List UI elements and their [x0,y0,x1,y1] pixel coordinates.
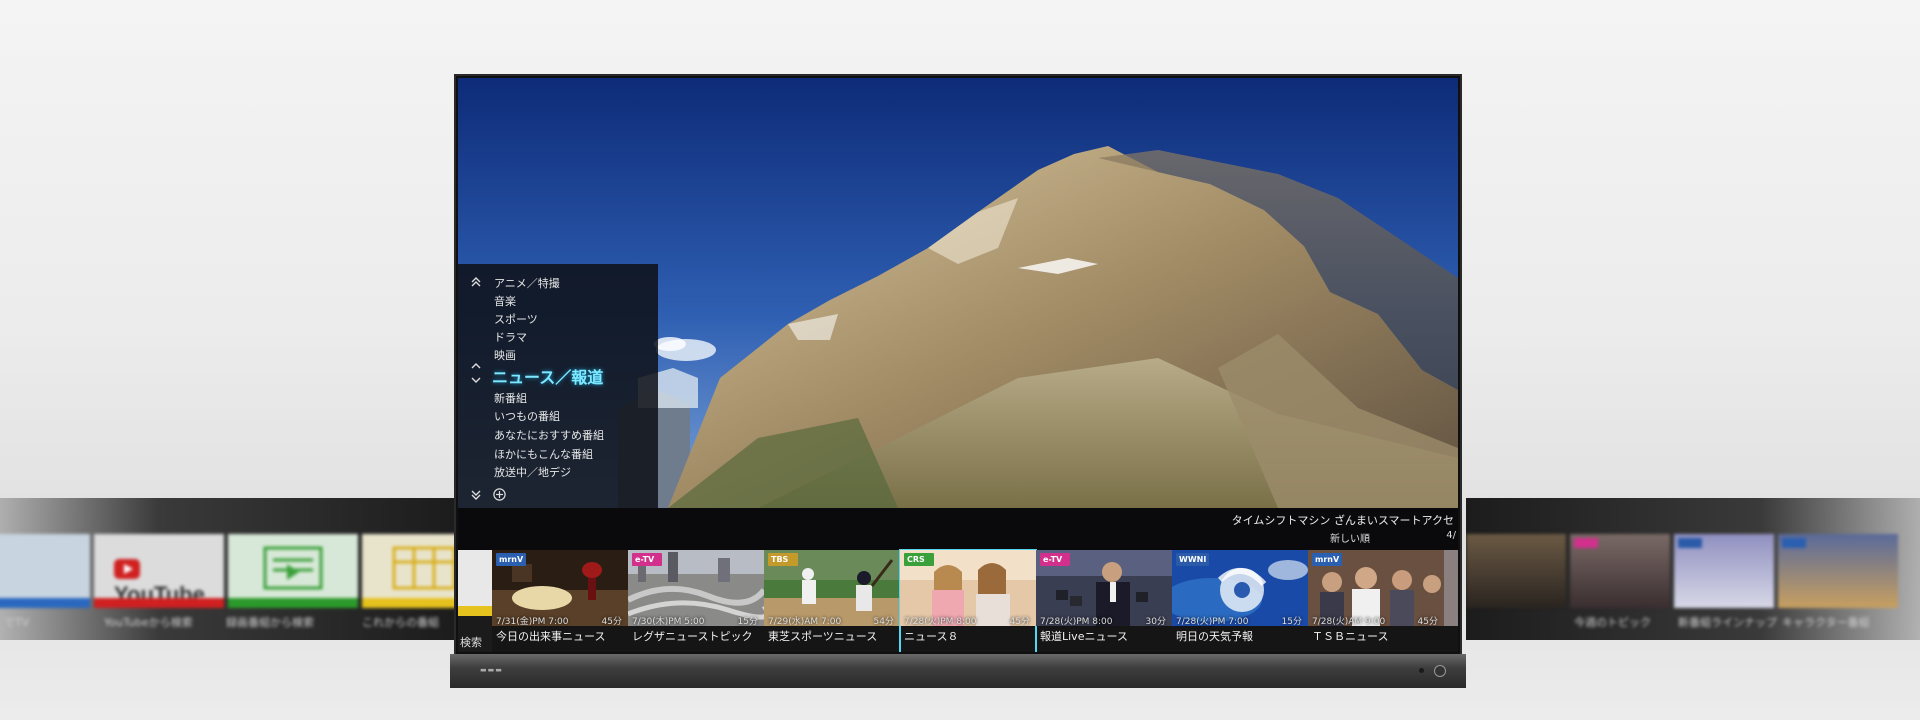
genre-item-recommended[interactable]: あなたにおすすめ番組 [494,427,604,443]
tv-bezel: ▬▬▬ [450,654,1466,688]
genre-item-other-programs[interactable]: ほかにもこんな番組 [494,446,593,462]
ghost-thumbnail[interactable] [1466,534,1566,608]
program-title: ニュース８ [904,630,959,643]
genre-item-anime[interactable]: アニメ／特撮 [494,275,560,291]
tv-set: アニメ／特撮 音楽 スポーツ ドラマ 映画 ニュース／報道 新番組 いつもの番組… [450,74,1466,688]
genre-item-drama[interactable]: ドラマ [494,329,527,345]
double-chevron-up-icon[interactable] [470,277,482,287]
ghost-thumbnail[interactable] [1674,534,1774,608]
channel-logo: CRS [904,553,934,566]
genre-item-sports[interactable]: スポーツ [494,311,538,327]
channel-logo: e-TV [632,553,662,566]
tv-screen: アニメ／特撮 音楽 スポーツ ドラマ 映画 ニュース／報道 新番組 いつもの番組… [458,78,1458,652]
program-duration: 30分 [1145,617,1166,627]
program-card[interactable]: mrnV 7/28(火)AM 9:00 45分 ＴＳＢニュース [1308,550,1444,652]
channel-logo: e-TV [1040,553,1070,566]
ghost-caption: キャラクター番組 [1782,616,1870,629]
genre-item-movie[interactable]: 映画 [494,347,516,363]
program-duration: 15分 [1281,617,1302,627]
channel-logo: WWNI [1176,553,1210,566]
genre-item-music[interactable]: 音楽 [494,293,516,309]
app-tile-partial[interactable] [0,534,90,608]
program-title: レグザニューストピック [632,630,753,643]
program-card-partial[interactable] [1444,550,1458,652]
program-title: 明日の天気予報 [1176,630,1253,643]
youtube-app-tile[interactable]: YouTube [94,534,224,608]
youtube-play-icon [114,559,140,579]
program-duration: 15分 [737,617,758,627]
left-strip-extension: でTV YouTube YouTubeから検索 録画番組から検索 これからの番組 [0,498,454,640]
program-title: 報道Liveニュース [1040,630,1128,643]
program-card[interactable]: e-TV 7/28(火)PM 8:00 30分 報道Liveニュース [1036,550,1172,652]
program-card[interactable]: TBS 7/29(水)AM 7:00 54分 東芝スポーツニュース [764,550,900,652]
tv-brand-mark: ▬▬▬ [480,666,503,674]
program-duration: 54分 [873,617,894,627]
program-title: 今日の出来事ニュース [496,630,606,643]
ghost-thumbnail[interactable] [1778,534,1898,608]
page-indicator: 4/ [1446,530,1456,541]
right-strip-extension: 今週のトピック 新番組ラインナップ キャラクター番組 [1466,498,1920,640]
program-title: 東芝スポーツニュース [768,630,878,643]
genre-item-new-programs[interactable]: 新番組 [494,390,527,406]
app-caption: 録画番組から検索 [226,616,314,629]
program-card[interactable]: e-TV 7/30(木)PM 5:00 15分 レグザニューストピック [628,550,764,652]
program-card[interactable]: WWNI 7/28(火)PM 7:00 15分 明日の天気予報 [1172,550,1308,652]
program-title: ＴＳＢニュース [1312,630,1389,643]
channel-logo: mrnV [1312,553,1343,566]
app-caption: これからの番組 [362,616,439,629]
ghost-thumbnail[interactable] [1570,534,1670,608]
genre-item-news-selected[interactable]: ニュース／報道 [492,364,603,388]
tv-indicator-led [1419,668,1424,673]
ghost-caption: 今週のトピック [1574,616,1651,629]
tv-power-button[interactable] [1434,665,1446,677]
app-caption: でTV [4,616,30,629]
double-chevron-down-icon[interactable] [470,490,482,500]
recorded-list-icon [263,546,323,590]
add-circle-icon[interactable] [493,488,506,501]
tv-ui-stage: でTV YouTube YouTubeから検索 録画番組から検索 これからの番組… [0,0,1920,720]
app-caption: YouTubeから検索 [104,616,193,629]
ghost-caption: 新番組ラインナップ [1678,616,1777,629]
chevron-up-down-icon[interactable] [470,362,482,384]
search-tile[interactable]: 検索 [458,550,492,652]
program-strip: 検索 mrnV 7/31(金)PM 7:00 45分 今日の出来事ニュース e-… [458,549,1458,652]
program-duration: 45分 [1009,617,1030,627]
sort-order[interactable]: 新しい順 [1330,530,1370,545]
upcoming-programs-tile[interactable] [362,534,454,608]
row-title: タイムシフトマシン ざんまいスマートアクセ [1231,514,1454,527]
program-duration: 45分 [1417,617,1438,627]
search-color-bar [458,606,492,616]
search-label: 検索 [460,636,482,649]
program-duration: 45分 [601,617,622,627]
channel-logo: TBS [768,553,798,566]
recorded-search-tile[interactable] [228,534,358,608]
schedule-grid-icon [392,546,454,590]
program-card[interactable]: mrnV 7/31(金)PM 7:00 45分 今日の出来事ニュース [492,550,628,652]
channel-logo: mrnV [496,553,527,566]
genre-item-on-air[interactable]: 放送中／地デジ [494,464,571,480]
info-bar: タイムシフトマシン ざんまいスマートアクセ 新しい順 4/ [458,508,1458,550]
genre-item-usual-programs[interactable]: いつもの番組 [494,408,560,424]
program-card-focused[interactable]: CRS 7/28(火)PM 8:00 45分 ニュース８ [899,549,1037,652]
genre-menu: アニメ／特撮 音楽 スポーツ ドラマ 映画 ニュース／報道 新番組 いつもの番組… [458,264,658,508]
